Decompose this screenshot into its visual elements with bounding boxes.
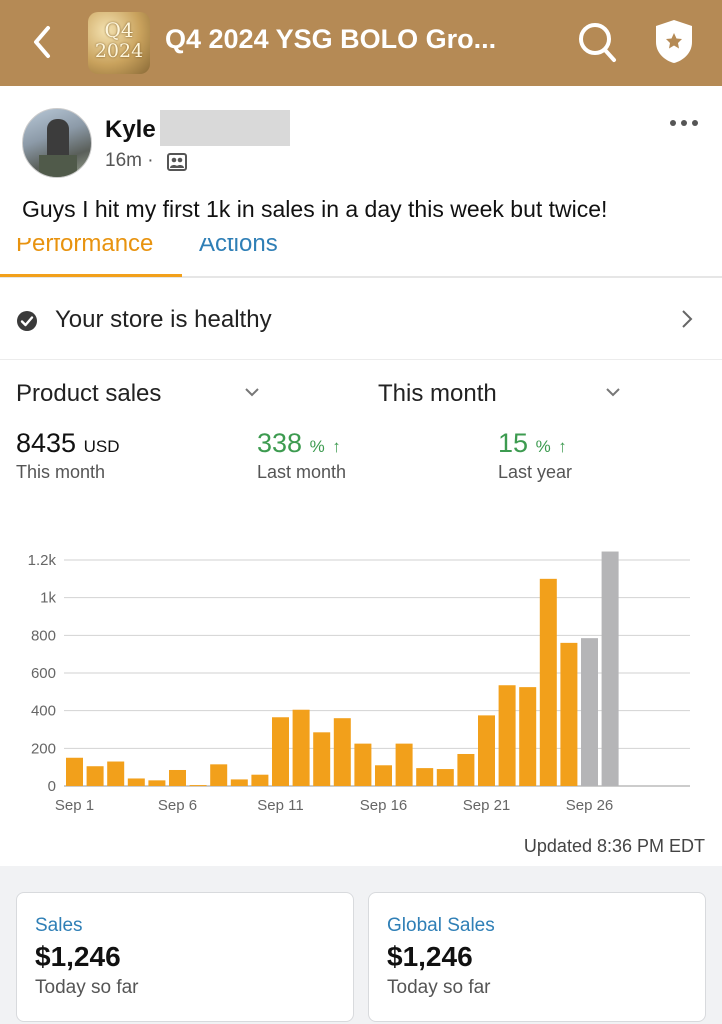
shield-star-icon[interactable] — [652, 16, 696, 66]
card-value: $1,246 — [387, 941, 473, 972]
bar — [169, 769, 186, 786]
up-arrow-icon: ↑ — [332, 437, 341, 456]
y-tick-label: 0 — [48, 778, 56, 795]
y-tick-label: 600 — [31, 665, 56, 682]
avatar-figure — [47, 119, 69, 159]
search-icon[interactable] — [576, 20, 618, 64]
bar — [86, 766, 104, 786]
group-thumbnail[interactable]: Q4 2024 — [88, 12, 150, 74]
bar — [66, 757, 83, 786]
metric-label: This month — [16, 462, 106, 482]
y-tick-label: 1k — [40, 590, 56, 607]
bar — [127, 778, 145, 786]
more-options-icon[interactable] — [668, 116, 700, 130]
bar — [581, 638, 598, 786]
metric-label: Last month — [257, 462, 347, 482]
bar — [292, 709, 310, 786]
chevron-right-icon — [682, 310, 693, 328]
card-subtitle: Today so far — [35, 977, 139, 998]
daily-sales-bar-chart: 0 200 400 600 800 1k 1.2k Sep 1 Sep 6 Sep 11 Sep 1… — [28, 551, 690, 814]
bar — [560, 642, 578, 786]
global-sales-card[interactable]: Global Sales $1,246 Today so far — [368, 892, 706, 1022]
x-tick-label: Sep 11 — [257, 797, 303, 814]
group-title[interactable]: Q4 2024 YSG BOLO Gro... — [165, 24, 496, 55]
tab-performance[interactable]: Performance — [16, 238, 153, 258]
post-header: Kyle 16m · Guys I hit my first 1k in sal… — [0, 86, 722, 238]
y-tick-label: 200 — [31, 740, 56, 757]
bar — [457, 753, 475, 786]
bar — [601, 551, 619, 786]
store-health-row[interactable]: Your store is healthy — [0, 280, 722, 360]
group-thumbnail-line1: Q4 — [104, 18, 134, 42]
summary-cards: Sales $1,246 Today so far Global Sales $… — [0, 866, 722, 1024]
x-tick-label: Sep 16 — [360, 797, 408, 814]
tab-bar: Performance Actions — [0, 238, 722, 278]
x-tick-label: Sep 1 — [55, 797, 94, 814]
audience-icon — [167, 153, 187, 171]
bar — [251, 774, 269, 786]
chevron-down-icon[interactable] — [605, 386, 621, 398]
metric-last-year-value: 15 % ↑ — [498, 428, 567, 459]
tab-actions[interactable]: Actions — [199, 238, 278, 258]
bar — [539, 578, 557, 786]
card-title: Sales — [35, 915, 83, 936]
bar — [498, 685, 516, 786]
post-time: 16m · — [105, 150, 154, 171]
y-tick-label: 400 — [31, 703, 56, 720]
card-title: Global Sales — [387, 915, 495, 936]
bar — [478, 715, 495, 786]
bar — [313, 732, 331, 786]
bar — [395, 743, 413, 786]
bar — [107, 761, 125, 786]
metric-last-month-value: 338 % ↑ — [257, 428, 341, 459]
metric-value-number: 338 — [257, 428, 303, 458]
x-tick-label: Sep 6 — [158, 797, 197, 814]
updated-timestamp: Updated 8:36 PM EDT — [523, 836, 705, 856]
bar — [272, 717, 289, 786]
card-value: $1,246 — [35, 941, 121, 972]
avatar[interactable] — [22, 108, 92, 178]
bar — [354, 743, 372, 786]
bar — [210, 764, 228, 786]
store-health-text: Your store is healthy — [55, 306, 272, 333]
metric-value-number: 15 — [498, 428, 529, 458]
metric-unit: USD — [83, 437, 120, 456]
up-arrow-icon: ↑ — [558, 437, 567, 456]
post-text: Guys I hit my first 1k in sales in a day… — [22, 196, 608, 222]
bar — [333, 718, 351, 786]
bar — [375, 765, 392, 786]
author-name[interactable]: Kyle — [105, 116, 156, 144]
bar — [189, 785, 207, 787]
metric-label: Last year — [498, 462, 573, 482]
metric-selector[interactable]: Product sales — [16, 380, 161, 408]
bar — [436, 769, 454, 786]
avatar-ground — [39, 155, 77, 177]
back-arrow-icon[interactable] — [28, 22, 58, 62]
bar — [230, 779, 248, 786]
bar — [416, 768, 434, 786]
sales-card[interactable]: Sales $1,246 Today so far — [16, 892, 354, 1022]
group-thumbnail-line2: 2024 — [94, 40, 144, 62]
bar — [148, 780, 166, 786]
active-tab-indicator — [0, 274, 182, 277]
bar — [519, 687, 537, 786]
y-tick-label: 800 — [31, 627, 56, 644]
metric-this-month-value: 8435 USD — [16, 428, 120, 459]
check-circle-icon — [17, 311, 37, 331]
period-selector[interactable]: This month — [378, 380, 497, 408]
redacted-surname — [160, 110, 290, 146]
x-tick-label: Sep 26 — [566, 797, 614, 814]
group-header-bar: Q4 2024 Q4 2024 YSG BOLO Gro... — [0, 0, 722, 86]
chevron-down-icon[interactable] — [244, 386, 260, 398]
attached-screenshot[interactable]: Performance Actions Your store is health… — [0, 238, 722, 1024]
card-subtitle: Today so far — [387, 977, 491, 998]
metric-unit: % — [535, 437, 551, 456]
metric-value-number: 8435 — [16, 428, 77, 458]
x-tick-label: Sep 21 — [463, 797, 511, 814]
y-tick-label: 1.2k — [28, 552, 57, 569]
metric-unit: % — [309, 437, 325, 456]
